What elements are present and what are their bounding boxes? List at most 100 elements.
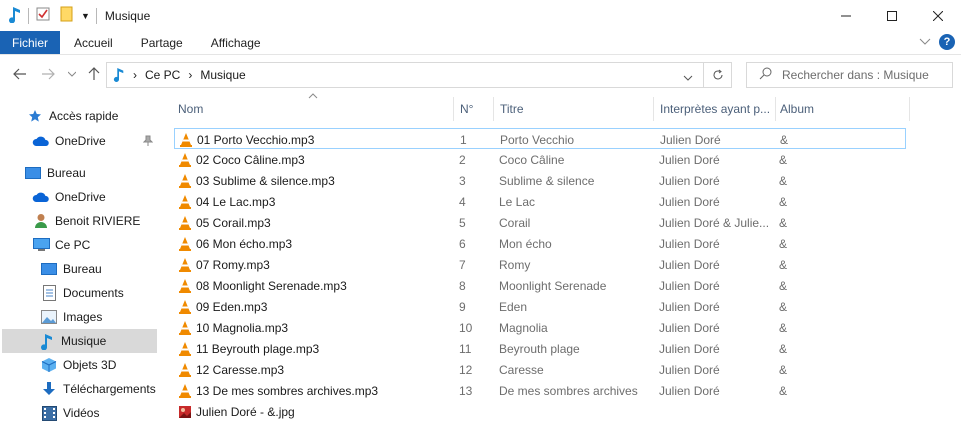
column-divider[interactable] — [493, 97, 494, 121]
sidebar-item-bureau-root[interactable]: Bureau — [2, 161, 157, 185]
tab-accueil[interactable]: Accueil — [60, 31, 127, 54]
file-name: 03 Sublime & silence.mp3 — [196, 173, 335, 188]
track-title: Corail — [499, 215, 531, 230]
cloud-icon — [32, 132, 50, 150]
tab-partage[interactable]: Partage — [127, 31, 197, 54]
track-title — [499, 401, 655, 422]
file-list: Nom N° Titre Interprètes ayant p... Albu… — [160, 93, 961, 425]
table-row[interactable]: 07 Romy.mp3 7 Romy Julien Doré & — [174, 254, 906, 275]
track-album: & — [779, 236, 788, 251]
customize-toolbar-icon[interactable]: ▼ — [81, 11, 90, 21]
sidebar-item-documents[interactable]: Documents — [2, 281, 157, 305]
refresh-button[interactable] — [704, 62, 732, 88]
file-name: 08 Moonlight Serenade.mp3 — [196, 278, 347, 293]
track-title: Caresse — [499, 362, 544, 377]
table-row[interactable]: Julien Doré - &.jpg — [174, 401, 906, 422]
music-icon — [38, 332, 56, 350]
maximize-button[interactable] — [869, 0, 915, 31]
track-number: 9 — [459, 299, 466, 314]
table-row[interactable]: 01 Porto Vecchio.mp3 1 Porto Vecchio Julien… — [174, 128, 906, 149]
track-title: Magnolia — [499, 320, 548, 335]
table-row[interactable]: 10 Magnolia.mp3 10 Magnolia Julien Doré & — [174, 317, 906, 338]
separator — [95, 7, 97, 24]
sidebar-item-ce-pc[interactable]: Ce PC — [2, 233, 157, 257]
pin-icon[interactable] — [142, 135, 154, 150]
track-album: & — [779, 299, 788, 314]
sidebar-item-onedrive[interactable]: OneDrive — [2, 185, 157, 209]
new-folder-icon[interactable] — [59, 6, 75, 25]
table-row[interactable]: 11 Beyrouth plage.mp3 11 Beyrouth plage Jul… — [174, 338, 906, 359]
vlc-audio-file-icon — [178, 383, 192, 399]
table-row[interactable]: 12 Caresse.mp3 12 Caresse Julien Doré & — [174, 359, 906, 380]
search-box[interactable] — [746, 62, 953, 88]
table-row[interactable]: 03 Sublime & silence.mp3 3 Sublime & silen… — [174, 170, 906, 191]
track-artist: Julien Doré — [659, 173, 720, 188]
column-header-interpretes[interactable]: Interprètes ayant p... — [655, 93, 775, 125]
column-header-nom[interactable]: Nom — [173, 93, 454, 125]
track-artist: Julien Doré — [659, 236, 720, 251]
back-button[interactable] — [12, 66, 28, 82]
video-icon — [40, 404, 58, 422]
track-number: 4 — [459, 194, 466, 209]
column-divider[interactable] — [653, 97, 654, 121]
sidebar-item-telechargements[interactable]: Téléchargements — [2, 377, 157, 401]
sidebar-item-musique[interactable]: Musique — [2, 329, 157, 353]
forward-button[interactable] — [40, 66, 56, 82]
desktop-icon — [24, 164, 42, 182]
close-button[interactable] — [915, 0, 961, 31]
file-name: 07 Romy.mp3 — [196, 257, 270, 272]
download-icon — [40, 380, 58, 398]
vlc-audio-file-icon — [178, 194, 192, 210]
address-history-icon[interactable] — [683, 71, 693, 85]
sidebar-item-videos[interactable]: Vidéos — [2, 401, 157, 425]
sidebar-item-benoit-riviere[interactable]: Benoit RIVIERE — [2, 209, 157, 233]
address-bar[interactable]: › Ce PC › Musique — [106, 62, 704, 88]
sidebar-item-bureau[interactable]: Bureau — [2, 257, 157, 281]
sidebar-item-onedrive-quick[interactable]: OneDrive — [2, 129, 157, 153]
file-name: 13 De mes sombres archives.mp3 — [196, 383, 379, 398]
separator — [28, 7, 29, 24]
minimize-button[interactable] — [823, 0, 869, 31]
up-button[interactable] — [86, 66, 102, 82]
vlc-audio-file-icon — [178, 341, 192, 357]
column-divider[interactable] — [453, 97, 454, 121]
document-icon — [40, 284, 58, 302]
table-row[interactable]: 06 Mon écho.mp3 6 Mon écho Julien Doré & — [174, 233, 906, 254]
track-album: & — [779, 173, 788, 188]
tab-affichage[interactable]: Affichage — [197, 31, 275, 54]
help-button[interactable]: ? — [939, 34, 955, 50]
table-row[interactable]: 04 Le Lac.mp3 4 Le Lac Julien Doré & — [174, 191, 906, 212]
sidebar-item-acces-rapide[interactable]: Accès rapide — [2, 104, 157, 128]
computer-icon — [32, 236, 50, 254]
sidebar-item-label: OneDrive — [55, 134, 106, 148]
table-row[interactable]: 09 Eden.mp3 9 Eden Julien Doré & — [174, 296, 906, 317]
file-name: 12 Caresse.mp3 — [196, 362, 285, 377]
breadcrumb-musique[interactable]: Musique — [200, 68, 245, 82]
breadcrumb-ce-pc[interactable]: Ce PC — [145, 68, 180, 82]
column-divider[interactable] — [909, 97, 910, 121]
expand-ribbon-icon[interactable] — [919, 35, 931, 49]
track-number: 11 — [459, 341, 472, 356]
table-row[interactable]: 08 Moonlight Serenade.mp3 8 Moonlight Sere… — [174, 275, 906, 296]
column-header-titre[interactable]: Titre — [495, 93, 653, 125]
sidebar-item-objets-3d[interactable]: Objets 3D — [2, 353, 157, 377]
search-input[interactable] — [782, 68, 942, 82]
column-header-numero[interactable]: N° — [455, 93, 493, 125]
track-number: 3 — [459, 173, 466, 188]
table-row[interactable]: 13 De mes sombres archives.mp3 13 De mes s… — [174, 380, 906, 401]
table-row[interactable]: 02 Coco Câline.mp3 2 Coco Câline Julien Dor… — [174, 149, 906, 170]
track-artist: Julien Doré — [660, 132, 721, 147]
track-album: & — [779, 341, 788, 356]
sidebar-item-images[interactable]: Images — [2, 305, 157, 329]
sidebar-item-label: Accès rapide — [49, 109, 119, 123]
recent-locations-button[interactable] — [64, 66, 80, 82]
breadcrumb-chevron-icon[interactable]: › — [133, 68, 137, 82]
table-row[interactable]: 05 Corail.mp3 5 Corail Julien Doré & Julie.… — [174, 212, 906, 233]
properties-icon[interactable] — [35, 6, 51, 25]
column-header-album[interactable]: Album — [775, 93, 909, 125]
file-name: 06 Mon écho.mp3 — [196, 236, 293, 251]
vlc-audio-file-icon — [178, 320, 192, 336]
tab-fichier[interactable]: Fichier — [0, 31, 61, 54]
track-album: & — [779, 257, 788, 272]
breadcrumb-chevron-icon[interactable]: › — [188, 68, 192, 82]
